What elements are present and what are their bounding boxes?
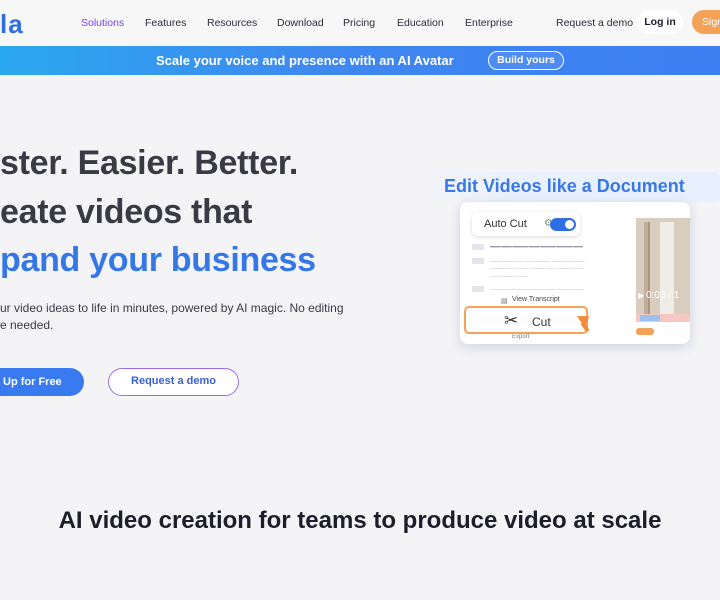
brand-logo[interactable]: la (0, 9, 24, 40)
nav-item-solutions[interactable]: Solutions (81, 17, 124, 29)
transcript-line: —— —— ——— —— ——— ——— —— (472, 244, 583, 252)
hero-headline-line2: eate videos that (0, 193, 253, 231)
export-label[interactable]: Export (512, 334, 529, 340)
hero-subtitle: ur video ideas to life in minutes, power… (0, 300, 360, 334)
transcript-line: —— —— —— —— ——— —— —— —— (472, 258, 585, 266)
hero-headline-line1: ster. Easier. Better. (0, 144, 299, 182)
promo-banner: Scale your voice and presence with an AI… (0, 46, 720, 75)
request-demo-button[interactable]: Request a demo (108, 368, 239, 396)
nav-item-pricing[interactable]: Pricing (343, 17, 375, 29)
nav-item-features[interactable]: Features (145, 17, 186, 29)
transcript-line: —— ——— —— (490, 274, 528, 280)
small-action-button[interactable] (636, 328, 654, 335)
nav-item-enterprise[interactable]: Enterprise (465, 17, 513, 29)
auto-cut-toggle[interactable] (550, 218, 576, 231)
hero-headline-line3: pand your business (0, 241, 316, 279)
transcript-line: ——— —— —— ——— —— ——— —— (472, 286, 583, 294)
banner-text: Scale your voice and presence with an AI… (156, 53, 454, 68)
video-timeline[interactable] (636, 314, 690, 322)
illustration-title-band: Edit Videos like a Document (420, 172, 720, 202)
toggle-knob (565, 220, 574, 229)
play-icon[interactable]: ▶ (638, 291, 644, 300)
request-demo-link[interactable]: Request a demo (556, 17, 633, 29)
hero-subtitle-line2: e needed. (0, 318, 54, 332)
nav-item-resources[interactable]: Resources (207, 17, 257, 29)
video-preview[interactable]: ▶ 0:03 / 1 (636, 218, 690, 318)
signup-free-button[interactable]: Up for Free (0, 368, 84, 396)
nav-item-education[interactable]: Education (397, 17, 444, 29)
top-nav: la Solutions Features Resources Download… (0, 0, 720, 46)
document-icon: ▤ (501, 298, 508, 305)
build-yours-button[interactable]: Build yours (488, 51, 564, 70)
cut-button[interactable]: ✂ Cut (464, 306, 588, 334)
view-transcript-label[interactable]: View Transcript (512, 296, 560, 303)
illustration-title: Edit Videos like a Document (444, 176, 685, 196)
login-button[interactable]: Log in (637, 10, 683, 34)
scissors-icon: ✂ (504, 311, 519, 330)
section-title: AI video creation for teams to produce v… (58, 507, 662, 534)
cut-label: Cut (532, 315, 551, 329)
hero-subtitle-line1: ur video ideas to life in minutes, power… (0, 301, 344, 315)
auto-cut-label: Auto Cut (484, 218, 527, 230)
nav-item-download[interactable]: Download (277, 17, 324, 29)
video-time: 0:03 / 1 (646, 290, 680, 301)
transcript-line: ——— —— —— ——— —— ——— —— (490, 266, 584, 272)
signup-button[interactable]: Sign (692, 10, 720, 34)
auto-cut-panel: Auto Cut ⚙ (472, 212, 580, 236)
